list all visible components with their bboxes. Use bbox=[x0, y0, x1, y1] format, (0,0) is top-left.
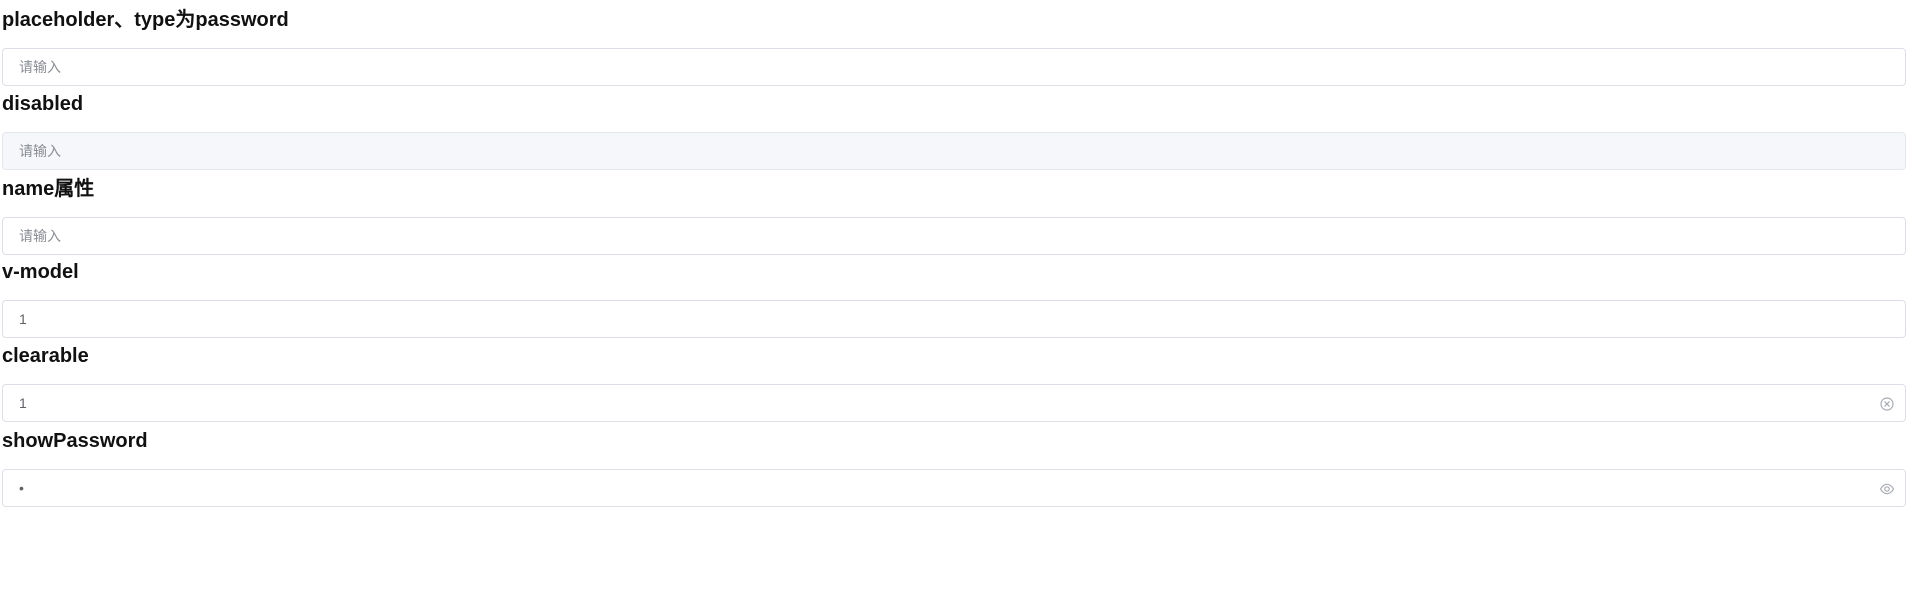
section-title: clearable bbox=[2, 345, 89, 367]
section-title: placeholder、type为password bbox=[2, 9, 289, 31]
section-title: showPassword bbox=[2, 430, 148, 452]
clearable-input[interactable] bbox=[3, 385, 1905, 421]
section-title: name属性 bbox=[2, 178, 95, 200]
show-password-input-wrapper bbox=[2, 469, 1906, 507]
clearable-input-wrapper bbox=[2, 384, 1906, 422]
clear-icon[interactable] bbox=[1879, 396, 1895, 412]
section-clearable: clearable bbox=[2, 344, 1906, 422]
password-input[interactable] bbox=[3, 49, 1905, 85]
name-input[interactable] bbox=[3, 218, 1905, 254]
section-title: v-model bbox=[2, 261, 79, 283]
section-placeholder-password: placeholder、type为password bbox=[2, 8, 1906, 86]
section-v-model: v-model bbox=[2, 260, 1906, 338]
section-disabled: disabled bbox=[2, 92, 1906, 170]
section-name-attribute: name属性 bbox=[2, 177, 1906, 255]
eye-icon[interactable] bbox=[1879, 481, 1895, 497]
v-model-input[interactable] bbox=[3, 301, 1905, 337]
v-model-input-wrapper bbox=[2, 300, 1906, 338]
section-show-password: showPassword bbox=[2, 429, 1906, 507]
disabled-input-wrapper bbox=[2, 132, 1906, 170]
section-title: disabled bbox=[2, 93, 84, 115]
show-password-input[interactable] bbox=[3, 470, 1905, 506]
password-input-wrapper bbox=[2, 48, 1906, 86]
name-input-wrapper bbox=[2, 217, 1906, 255]
disabled-input bbox=[3, 133, 1905, 169]
